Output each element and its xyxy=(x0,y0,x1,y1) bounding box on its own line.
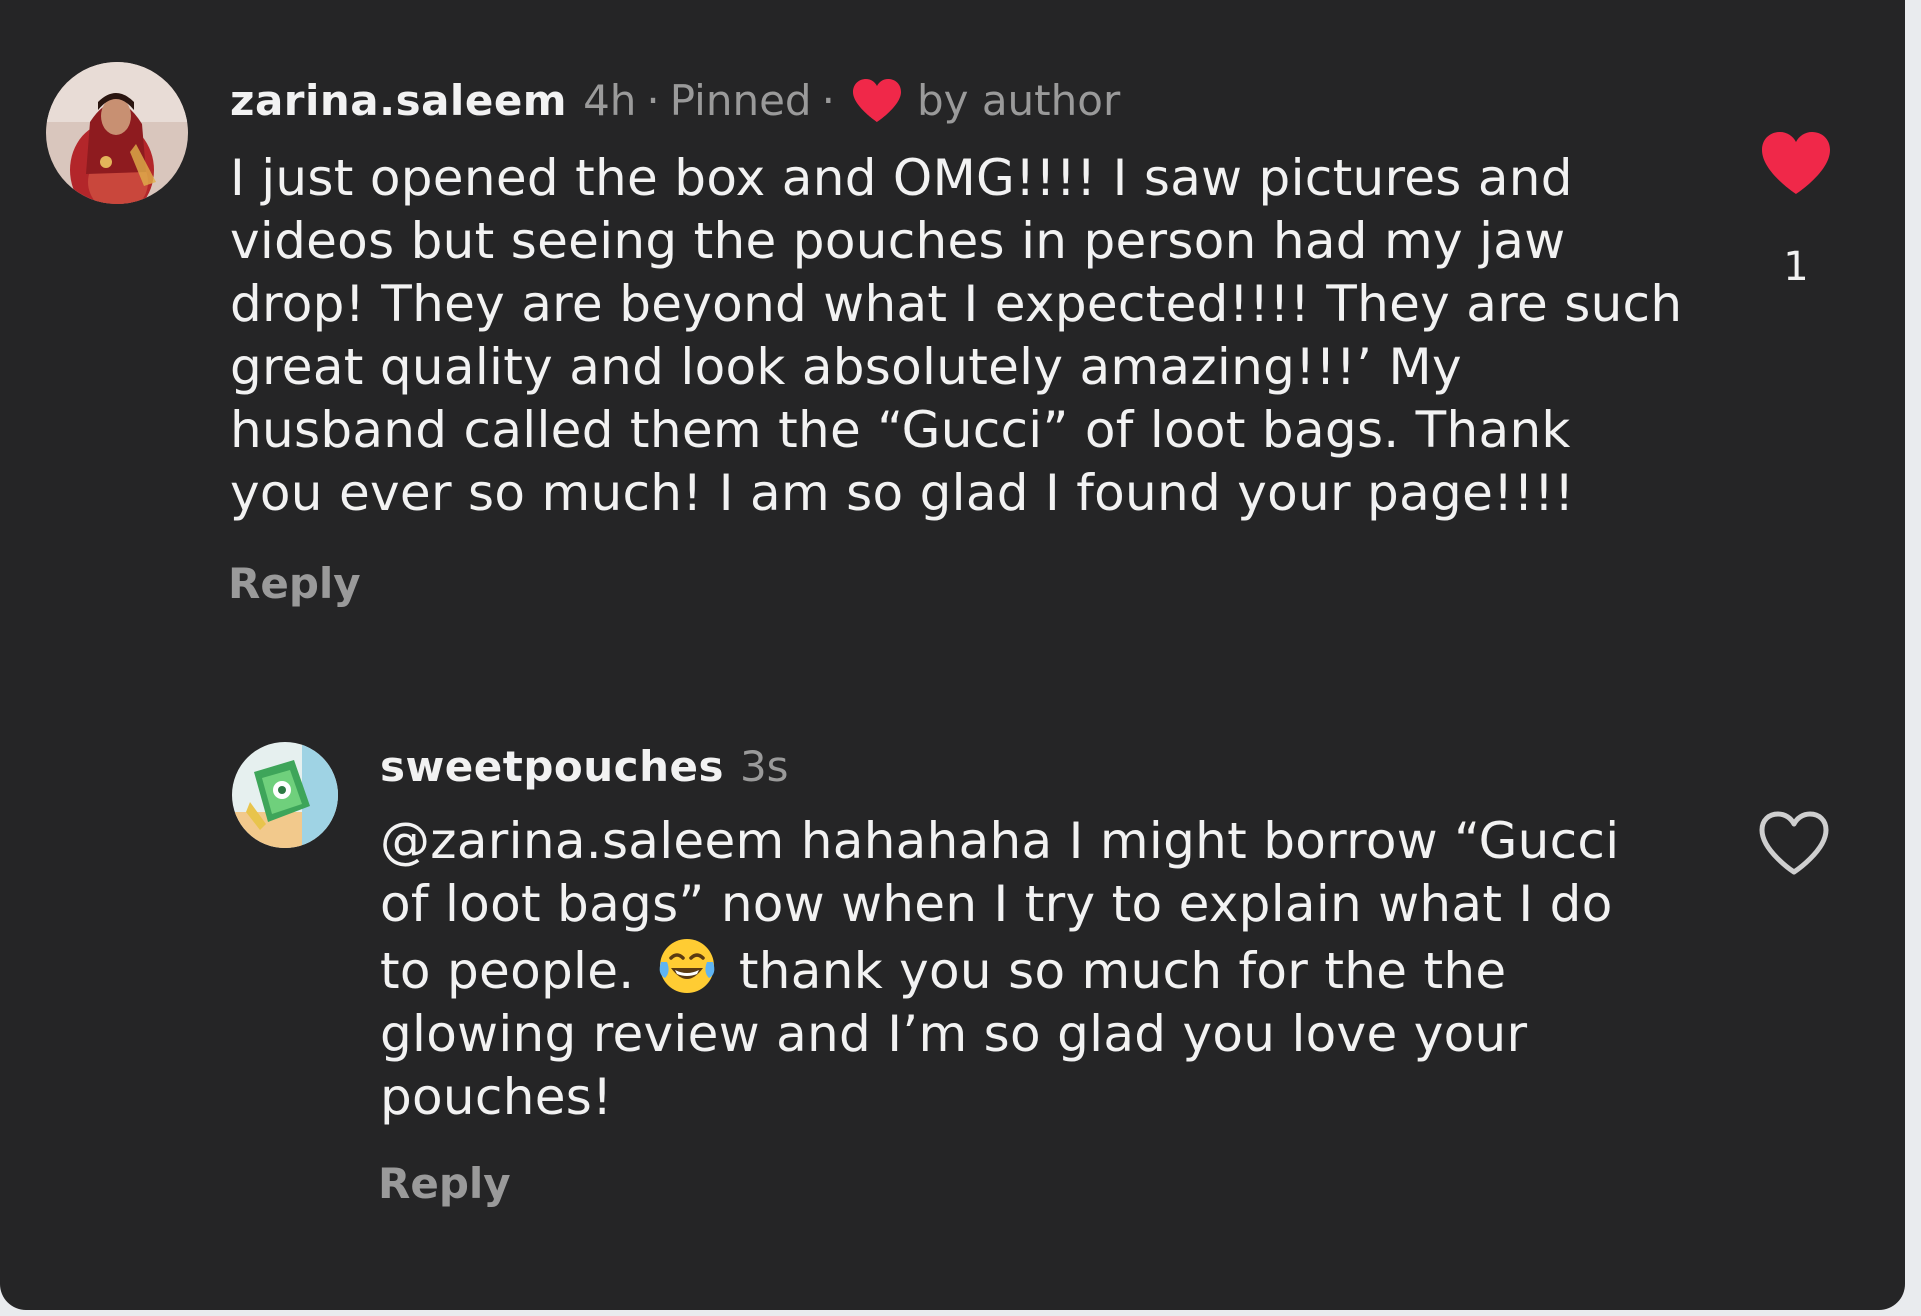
avatar-photo-icon xyxy=(232,742,338,848)
avatar-photo-icon xyxy=(46,62,188,204)
avatar-sweetpouches[interactable] xyxy=(232,742,338,848)
liked-by-author-label: by author xyxy=(916,76,1121,125)
heart-small-icon xyxy=(851,78,903,124)
comment-username[interactable]: sweetpouches xyxy=(380,746,724,788)
like-button[interactable] xyxy=(1760,130,1832,196)
comment-meta: sweetpouches 3s xyxy=(380,746,789,788)
avatar-zarina[interactable] xyxy=(46,62,188,204)
comment-text: @zarina.saleem hahahaha I might borrow “… xyxy=(380,810,1619,1129)
comment-text-line: great quality and look absolutely amazin… xyxy=(230,338,1462,396)
heart-filled-icon xyxy=(1762,132,1830,194)
comment-username[interactable]: zarina.saleem xyxy=(230,80,567,122)
comment-time: 4h xyxy=(583,76,637,125)
heart-outline-icon xyxy=(1759,811,1829,875)
separator-dot: · xyxy=(646,76,660,125)
comment-text-line: I just opened the box and OMG!!!! I saw … xyxy=(230,149,1573,207)
separator-dot: · xyxy=(821,76,835,125)
like-count: 1 xyxy=(1783,244,1809,290)
comments-panel: zarina.saleem 4h · Pinned · by author I … xyxy=(0,0,1905,1310)
comment-text-line: you ever so much! I am so glad I found y… xyxy=(230,464,1575,522)
pinned-label: Pinned xyxy=(669,76,812,125)
like-button[interactable] xyxy=(1758,810,1830,876)
comment-text-line: drop! They are beyond what I expected!!!… xyxy=(230,275,1683,333)
comment-text-line: pouches! xyxy=(380,1068,613,1126)
comment-text-line: videos but seeing the pouches in person … xyxy=(230,212,1566,270)
comment-meta: zarina.saleem 4h · Pinned · by author xyxy=(230,78,1120,124)
comment-text-line: glowing review and I’m so glad you love … xyxy=(380,1005,1528,1063)
comment-text-segment: thank you so much for the the xyxy=(738,942,1507,1000)
comment-text-line: @zarina.saleem hahahaha I might borrow “… xyxy=(380,812,1620,870)
reply-button[interactable]: Reply xyxy=(228,563,361,605)
comment-text: I just opened the box and OMG!!!! I saw … xyxy=(230,147,1682,525)
comment-text-segment: to people. xyxy=(380,942,635,1000)
comment-text-line: of loot bags” now when I try to explain … xyxy=(380,875,1613,933)
reply-button[interactable]: Reply xyxy=(378,1163,511,1205)
comment-text-line: to people. thank you so much for the the xyxy=(380,936,1619,1003)
comment-text-line: husband called them the “Gucci” of loot … xyxy=(230,401,1571,459)
comment-time: 3s xyxy=(739,742,789,791)
face-with-tears-of-joy-icon xyxy=(657,936,717,996)
